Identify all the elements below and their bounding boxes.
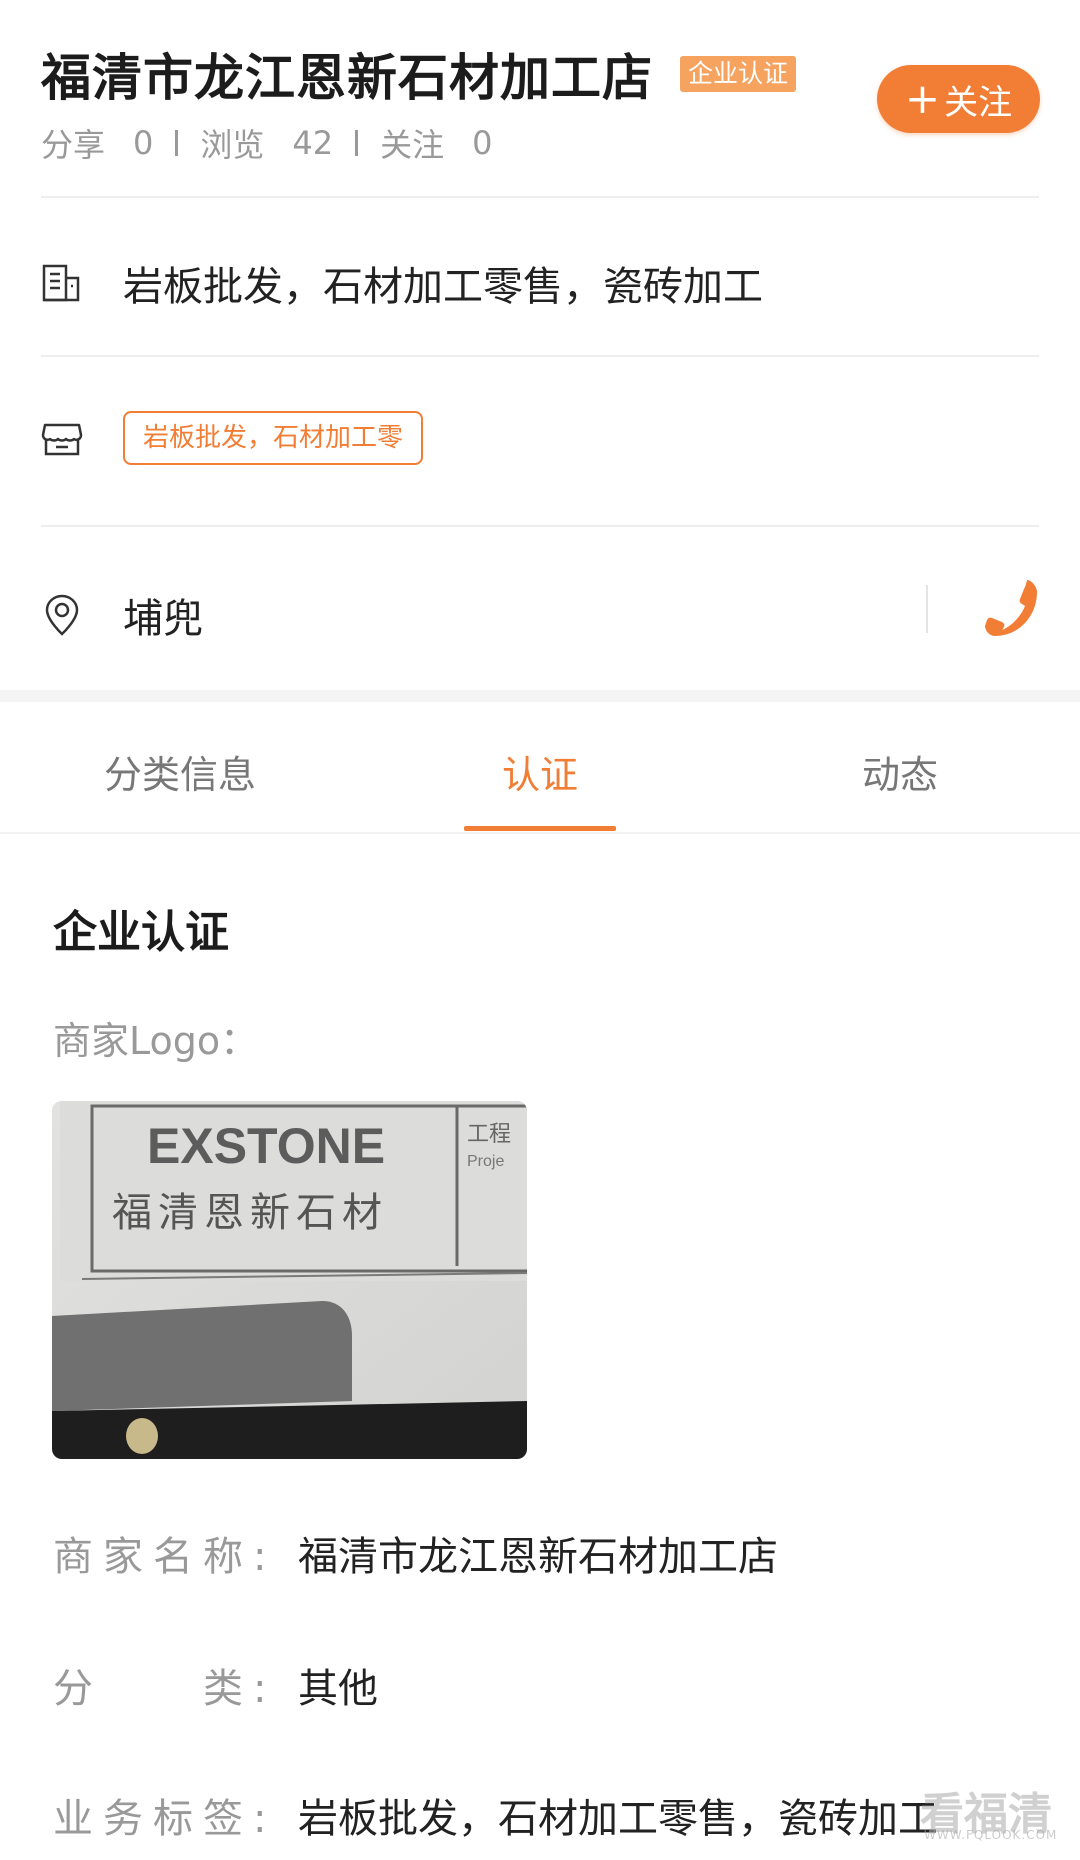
plus-icon: + <box>904 74 941 123</box>
tab-category-info[interactable]: 分类信息 <box>60 744 300 799</box>
shop-stats: 分享 0 浏览 42 关注 0 <box>41 120 492 166</box>
logo-label: 商家Logo： <box>53 1019 259 1063</box>
followers-label: 关注 <box>380 126 445 164</box>
follow-button-label: 关注 <box>944 82 1013 123</box>
certified-badge: 企业认证 <box>680 56 797 92</box>
business-tag[interactable]: 岩板批发，石材加工零 <box>123 411 424 465</box>
shop-header: 福清市龙江恩新石材加工店 企业认证 + 关注 分享 0 浏览 42 关注 0 岩… <box>0 0 1080 690</box>
logo-photo: EXSTONE 福清恩新石材 工程 Proje <box>52 1101 527 1459</box>
tag-row: 岩板批发，石材加工零 <box>41 411 1039 465</box>
tab-activity[interactable]: 动态 <box>780 744 1020 799</box>
stats-separator <box>175 130 179 156</box>
location-row: 埔兜 <box>41 586 1039 644</box>
followers-count: 0 <box>472 124 493 162</box>
store-icon <box>41 423 83 456</box>
category-value: 其他 <box>298 1666 378 1712</box>
vertical-divider <box>926 585 928 633</box>
location-pin-icon <box>45 594 79 636</box>
watermark-url: WWW.FQLOOK.COM <box>924 1828 1058 1842</box>
business-tags-value: 岩板批发，石材加工零售，瓷砖加工 <box>298 1796 938 1842</box>
view-label: 浏览 <box>200 126 265 164</box>
logo-brand: EXSTONE <box>147 1118 385 1174</box>
merchant-logo-image[interactable]: EXSTONE 福清恩新石材 工程 Proje <box>52 1101 527 1459</box>
divider <box>41 525 1039 527</box>
view-count: 42 <box>292 124 334 162</box>
divider <box>41 196 1039 198</box>
merchant-name-label: 商家名称: <box>53 1534 277 1580</box>
follow-button[interactable]: + 关注 <box>877 65 1040 133</box>
phone-icon[interactable] <box>981 576 1041 640</box>
business-scope: 岩板批发，石材加工零售，瓷砖加工 <box>123 264 763 310</box>
active-tab-indicator <box>464 826 616 831</box>
merchant-name-field: 商家名称: 福清市龙江恩新石材加工店 <box>53 1524 778 1582</box>
divider <box>41 355 1039 357</box>
merchant-name-value: 福清市龙江恩新石材加工店 <box>298 1534 778 1580</box>
logo-chinese: 福清恩新石材 <box>112 1190 388 1236</box>
category-field: 分 类: 其他 <box>53 1656 378 1714</box>
category-label: 分 类: <box>53 1666 277 1712</box>
building-icon <box>42 264 80 302</box>
share-label: 分享 <box>41 126 106 164</box>
logo-side-cn: 工程 <box>467 1122 511 1147</box>
logo-side-en: Proje <box>467 1153 504 1170</box>
share-count: 0 <box>133 124 154 162</box>
section-title: 企业认证 <box>53 907 229 958</box>
tab-certification[interactable]: 认证 <box>420 744 660 799</box>
section-gap <box>0 690 1080 702</box>
tab-bar: 分类信息 认证 动态 <box>0 702 1080 834</box>
location-text: 埔兜 <box>123 596 203 642</box>
business-row: 岩板批发，石材加工零售，瓷砖加工 <box>41 254 1039 312</box>
business-tags-field: 业务标签: 岩板批发，石材加工零售，瓷砖加工 <box>53 1786 938 1844</box>
stats-separator <box>355 130 359 156</box>
shop-name: 福清市龙江恩新石材加工店 <box>41 49 653 107</box>
business-tags-label: 业务标签: <box>53 1796 277 1842</box>
